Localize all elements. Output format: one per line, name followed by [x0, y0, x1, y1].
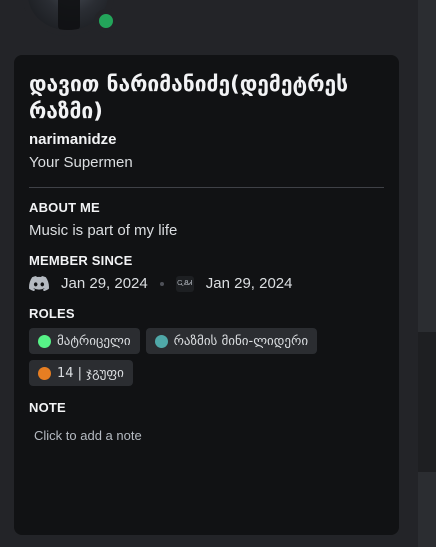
role-label: 14 | ჯგუფი: [57, 365, 124, 381]
role-color-dot[interactable]: [38, 334, 51, 348]
role-label: რაზმის მინი-ლიდერი: [173, 333, 309, 349]
note-input[interactable]: Click to add a note: [29, 422, 384, 449]
about-me-section: ABOUT ME Music is part of my life: [29, 200, 384, 239]
roles-list: მატრიცელი რაზმის მინი-ლიდერი 14 | ჯგუფი: [29, 328, 369, 386]
discord-join-date: Jan 29, 2024: [61, 275, 148, 292]
about-me-heading: ABOUT ME: [29, 200, 100, 215]
role-color-dot[interactable]: [38, 366, 51, 380]
server-icon: ᏩᏰᏗ: [175, 275, 194, 292]
member-since-row: Jan 29, 2024 ᏩᏰᏗ Jan 29, 2024: [29, 275, 384, 292]
role-label: მატრიცელი: [57, 333, 131, 349]
role-pill[interactable]: რაზმის მინი-ლიდერი: [145, 328, 318, 354]
avatar-figure: [58, 0, 80, 30]
discord-logo-icon: [29, 276, 49, 291]
background-panel: [418, 0, 436, 547]
member-since-heading: MEMBER SINCE: [29, 253, 133, 268]
server-icon-text: ᏩᏰᏗ: [175, 275, 194, 292]
username[interactable]: narimanidze: [29, 131, 384, 148]
server-join-date: Jan 29, 2024: [205, 275, 293, 292]
roles-section: ROLES მატრიცელი რაზმის მინი-ლიდერი 14 | …: [29, 306, 384, 386]
member-since-section: MEMBER SINCE Jan 29, 2024 ᏩᏰᏗ Jan 29, 20…: [29, 253, 384, 292]
note-section: NOTE Click to add a note: [29, 400, 384, 449]
custom-status: Your Supermen: [29, 154, 133, 171]
about-me-text: Music is part of my life: [29, 222, 178, 239]
role-pill[interactable]: 14 | ჯგუფი: [29, 360, 133, 386]
background-block: [418, 332, 436, 472]
note-heading: NOTE: [29, 400, 66, 415]
role-pill[interactable]: მატრიცელი: [29, 328, 140, 354]
divider: [29, 187, 384, 188]
roles-heading: ROLES: [29, 306, 75, 321]
separator-dot: [159, 281, 164, 286]
role-color-dot[interactable]: [154, 334, 168, 348]
profile-card: დავით ნარიმანიძე(დემეტრეს რაზმი) nariman…: [14, 55, 399, 535]
online-status-icon: [94, 9, 118, 33]
display-name: დავით ნარიმანიძე(დემეტრეს რაზმი): [29, 72, 349, 123]
